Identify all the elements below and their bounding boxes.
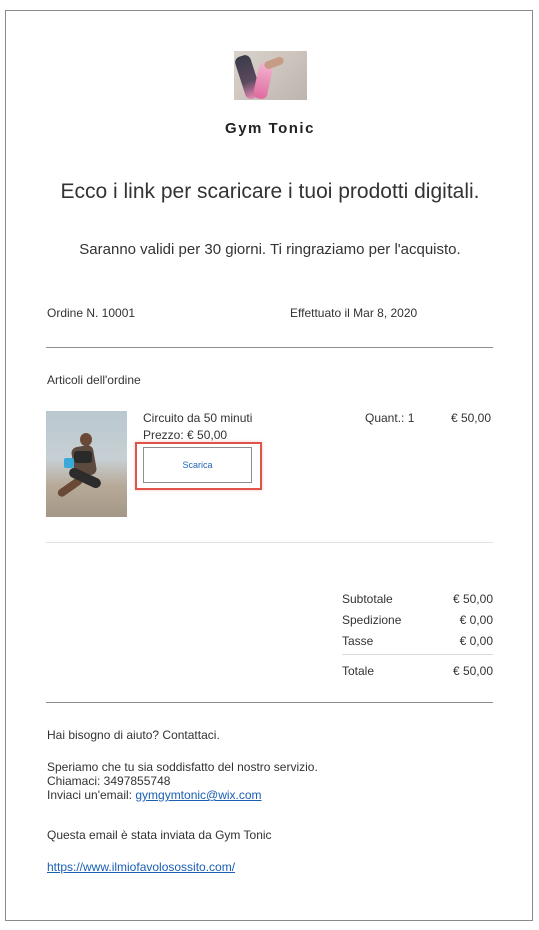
page-subtitle: Saranno validi per 30 giorni. Ti ringraz… [79,241,461,258]
site-link-wrap: https://www.ilmiofavolosossito.com/ [47,860,235,874]
total-row: Totale € 50,00 [342,663,493,684]
product-quantity: Quant.: 1 [365,411,415,425]
contact-block: Speriamo che tu sia soddisfatto del nost… [47,760,318,802]
download-button[interactable]: Scarica [143,447,252,483]
sent-by-text: Questa email è stata inviata da Gym Toni… [47,828,272,842]
subtotal-value: € 50,00 [452,592,493,606]
subtotal-row: Subtotale € 50,00 [342,591,493,612]
product-line-total: € 50,00 [450,411,491,425]
email-prefix: Inviaci un'email: [47,788,136,802]
email-line: Inviaci un'email: gymgymtonic@wix.com [47,788,318,802]
email-frame: Gym Tonic Ecco i link per scaricare i tu… [5,10,533,921]
product-name: Circuito da 50 minuti [143,411,253,425]
total-value: € 50,00 [452,664,493,678]
satisfaction-text: Speriamo che tu sia soddisfatto del nost… [47,760,318,774]
shipping-label: Spedizione [342,613,402,627]
totals-summary: Subtotale € 50,00 Spedizione € 0,00 Tass… [342,591,493,684]
help-text: Hai bisogno di aiuto? Contattaci. [47,728,220,742]
order-date: Effettuato il Mar 8, 2020 [290,306,418,320]
divider [46,702,493,703]
total-label: Totale [342,664,375,678]
tax-row: Tasse € 0,00 [342,633,493,652]
items-section-title: Articoli dell'ordine [47,373,141,387]
product-unit-price: Prezzo: € 50,00 [143,428,228,442]
tax-value: € 0,00 [459,634,493,648]
phone-text: Chiamaci: 3497855748 [47,774,171,788]
site-link[interactable]: https://www.ilmiofavolosossito.com/ [47,860,235,874]
shipping-row: Spedizione € 0,00 [342,612,493,633]
email-link[interactable]: gymgymtonic@wix.com [135,788,261,802]
brand-name: Gym Tonic [225,120,315,137]
order-number: Ordine N. 10001 [47,306,136,320]
brand-logo [234,51,307,100]
tax-label: Tasse [342,634,374,648]
page-title: Ecco i link per scaricare i tuoi prodott… [60,180,480,203]
totals-divider [342,654,493,655]
subtotal-label: Subtotale [342,592,393,606]
product-image [46,411,127,517]
divider [46,542,493,543]
shipping-value: € 0,00 [459,613,493,627]
divider [46,347,493,348]
